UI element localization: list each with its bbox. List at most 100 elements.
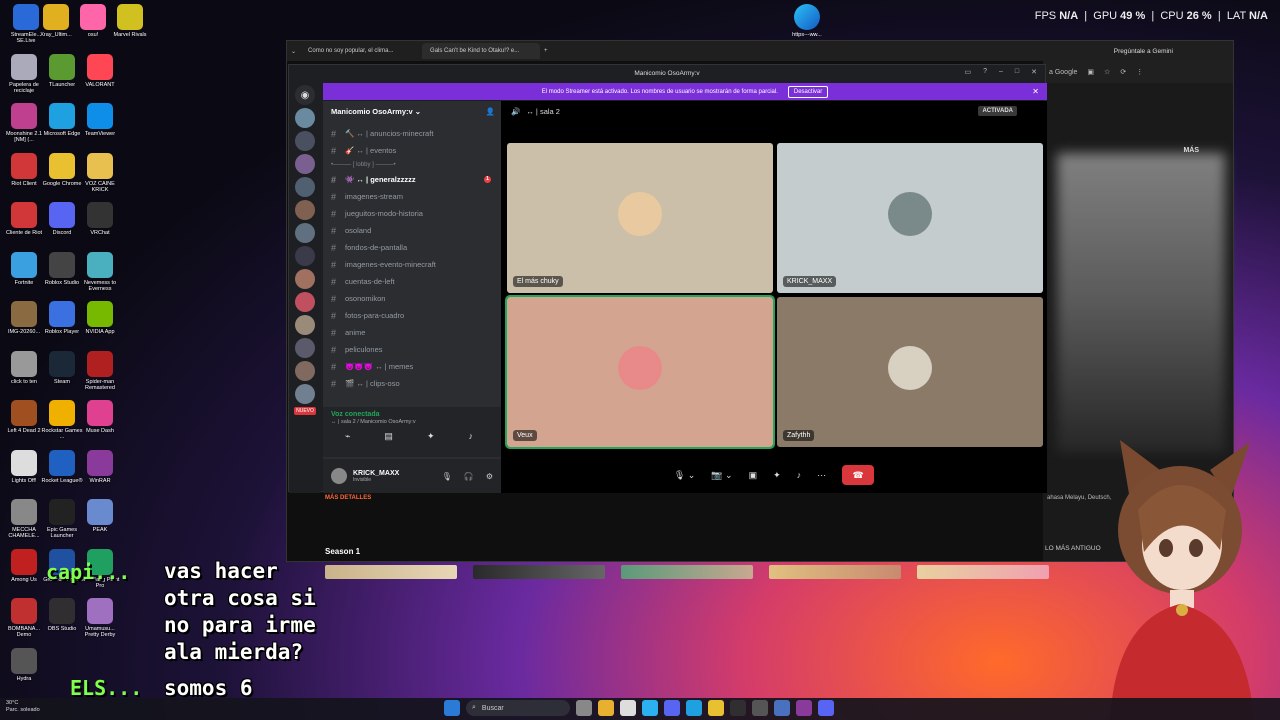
channel-item[interactable]: # cuentas-de-left <box>323 273 501 290</box>
desktop-icon[interactable]: VRChat <box>78 202 122 236</box>
maximize-icon[interactable]: □ <box>1015 68 1019 76</box>
activity-icon[interactable]: ▤ <box>384 431 393 442</box>
disconnect-button[interactable]: ☎ <box>842 465 875 485</box>
channel-item[interactable]: # imagenes-evento-minecraft <box>323 256 501 273</box>
channel-item[interactable]: # osonomikon <box>323 290 501 307</box>
episode-thumbnail[interactable] <box>917 565 1049 579</box>
gemini-button[interactable]: Pregúntale a Gemini <box>1114 48 1173 55</box>
voice-channel[interactable]: ↔ | sala 2 / Manicomio OsoArmy:v <box>331 419 493 425</box>
channel-item[interactable]: # 🔨 ↔ | anuncios-minecraft <box>323 125 501 142</box>
channel-item[interactable]: # imagenes-stream <box>323 188 501 205</box>
server-icon[interactable] <box>295 384 315 404</box>
channel-item[interactable]: # 👾 ↔ | generalzzzzz 1 <box>323 171 501 188</box>
server-icon[interactable] <box>295 223 315 243</box>
help-icon[interactable]: ? <box>983 68 987 76</box>
desktop-icon[interactable]: WinRAR <box>78 449 122 484</box>
desktop-icon[interactable]: Umamusu... Pretty Derby <box>78 598 122 638</box>
google-chip[interactable]: a Google <box>1049 69 1077 76</box>
star-icon[interactable]: ☆ <box>1104 68 1110 76</box>
server-icon[interactable] <box>295 246 315 266</box>
start-icon[interactable] <box>444 700 460 716</box>
server-icon[interactable] <box>295 361 315 381</box>
apps-icon[interactable]: ✦ <box>427 431 435 442</box>
server-header[interactable]: Manicomio OsoArmy:v ⌄ 👤 <box>323 101 501 121</box>
episode-thumbnail[interactable] <box>621 565 753 579</box>
obs-icon[interactable] <box>730 700 746 716</box>
server-icon[interactable] <box>295 154 315 174</box>
microphone-icon[interactable]: 🎙 <box>442 472 452 481</box>
participant-tile[interactable]: Veux <box>505 295 775 449</box>
server-icon[interactable] <box>295 131 315 151</box>
participant-tile[interactable]: KRICK_MAXX <box>777 143 1043 293</box>
more-icon[interactable]: ⋯ <box>817 470 826 481</box>
browser-tab-1[interactable]: Como no soy popular, el clima... <box>300 43 418 59</box>
soundboard-icon[interactable]: ♪ <box>468 431 473 442</box>
discord-icon[interactable] <box>664 700 680 716</box>
server-icon[interactable] <box>295 269 315 289</box>
microphone-icon[interactable]: 🎙 ⌄ <box>674 470 695 481</box>
menu-icon[interactable]: ⋮ <box>1136 68 1143 76</box>
edge-icon[interactable] <box>642 700 658 716</box>
weather-widget[interactable]: 30°C Parc. soleado <box>6 700 40 714</box>
settings-icon[interactable]: ⚙ <box>486 472 493 481</box>
channel-item[interactable]: # 🎸 ↔ | eventos <box>323 142 501 159</box>
channel-item[interactable]: # anime <box>323 324 501 341</box>
file-explorer-icon[interactable] <box>598 700 614 716</box>
task-view-icon[interactable] <box>576 700 592 716</box>
close-banner-icon[interactable]: ✕ <box>1032 87 1039 96</box>
desktop-icon[interactable]: Spider-man Remastered <box>78 350 122 391</box>
episode-thumbnail[interactable] <box>769 565 901 579</box>
close-icon[interactable]: ✕ <box>1031 68 1037 76</box>
activities-icon[interactable]: ✦ <box>773 470 781 481</box>
desktop-icon[interactable]: Muse Dash <box>78 400 122 434</box>
app-icon[interactable] <box>752 700 768 716</box>
notepad-icon[interactable] <box>620 700 636 716</box>
desktop-icon[interactable]: TeamViewer <box>78 103 122 137</box>
channel-item[interactable]: # fotos-para-cuadro <box>323 307 501 324</box>
channel-item[interactable]: # fondos-de-pantalla <box>323 239 501 256</box>
participant-tile[interactable]: Zafythh <box>777 297 1043 447</box>
more-button[interactable]: MÁS <box>1183 147 1199 154</box>
channel-item[interactable]: # peliculones <box>323 341 501 358</box>
new-tab-button[interactable]: + <box>544 48 548 54</box>
channel-category[interactable]: •——— [ lobby ] ———• <box>323 159 501 171</box>
refresh-icon[interactable]: ⟳ <box>1120 68 1126 76</box>
browser-tab-2[interactable]: Gals Can't be Kind to Otaku!? e... <box>422 43 541 59</box>
server-icon[interactable] <box>295 338 315 358</box>
server-icon[interactable] <box>295 200 315 220</box>
inbox-icon[interactable]: ▭ <box>964 68 971 76</box>
channel-item[interactable]: # osoland <box>323 222 501 239</box>
participant-tile[interactable]: El más chuky <box>507 143 773 293</box>
channel-item[interactable]: # 😈😈😈 ↔ | memes <box>323 358 501 375</box>
browser-icon[interactable] <box>686 700 702 716</box>
channel-item[interactable]: # jueguitos-modo-historia <box>323 205 501 222</box>
headphones-icon[interactable]: 🎧 <box>464 472 474 481</box>
extension-icon[interactable]: ▣ <box>1087 68 1094 76</box>
camera-icon[interactable]: 📷 ⌄ <box>711 470 732 481</box>
desktop-icon[interactable]: VALORANT <box>78 53 122 88</box>
desktop-icon[interactable]: Marvel Rivals <box>108 4 152 38</box>
discord-home-icon[interactable]: ◉ <box>295 85 315 105</box>
more-details-link[interactable]: MÁS DETALLES <box>325 495 371 501</box>
desktop-edge-shortcut[interactable]: https---ww... <box>782 4 832 38</box>
desktop-icon[interactable]: VOZ CAINE KRICK <box>78 152 122 193</box>
noise-icon[interactable]: ⌁ <box>345 431 350 442</box>
add-member-icon[interactable]: 👤 <box>486 107 495 116</box>
server-icon[interactable] <box>295 177 315 197</box>
season-heading[interactable]: Season 1 <box>325 547 360 556</box>
search-box[interactable]: ⌕ Buscar <box>466 700 570 716</box>
minimize-icon[interactable]: – <box>999 68 1003 76</box>
desktop-icon[interactable]: Hydra <box>2 647 46 682</box>
app-icon[interactable] <box>818 700 834 716</box>
chrome-icon[interactable] <box>708 700 724 716</box>
channel-item[interactable]: # 🎬 ↔ | clips-oso <box>323 375 501 392</box>
avatar[interactable] <box>331 468 347 484</box>
server-icon[interactable] <box>295 292 315 312</box>
soundboard-icon[interactable]: ♪ <box>797 470 802 480</box>
desktop-icon[interactable]: NVIDIA App <box>78 301 122 335</box>
episode-thumbnail[interactable] <box>473 565 605 579</box>
desktop-icon[interactable]: Nevemess to Everness <box>78 251 122 292</box>
app-icon[interactable] <box>796 700 812 716</box>
screen-share-icon[interactable]: ▣ <box>749 470 758 481</box>
desktop-icon[interactable]: PEAK <box>78 499 122 533</box>
